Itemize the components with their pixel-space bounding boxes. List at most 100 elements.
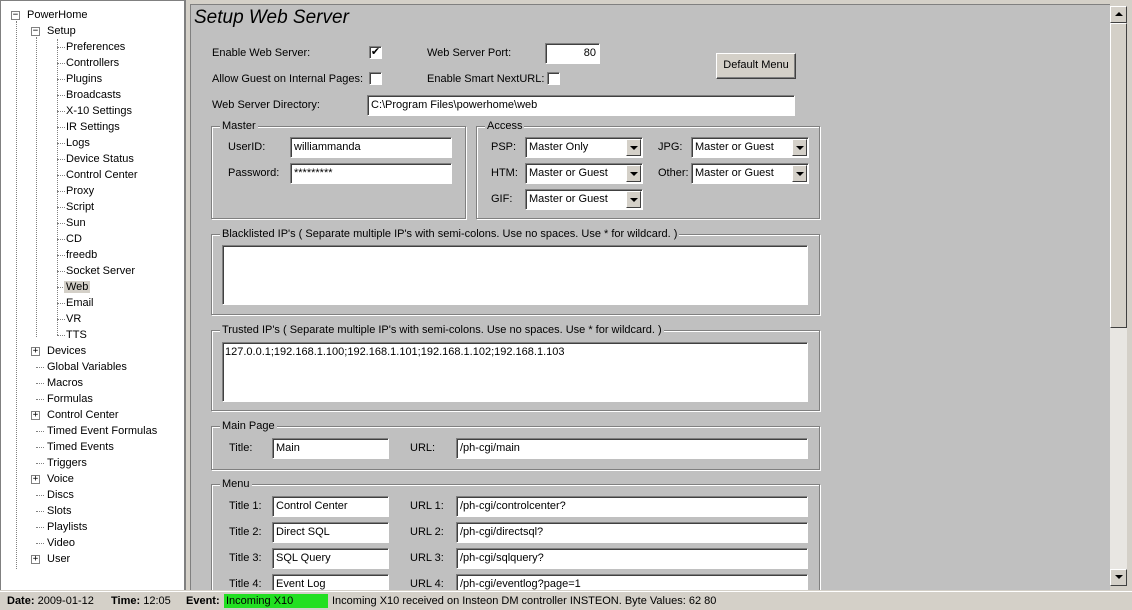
- tree-item-plugins[interactable]: Plugins: [64, 71, 104, 87]
- tree-item-label[interactable]: Broadcasts: [64, 89, 123, 101]
- tree-item-x-10-settings[interactable]: X-10 Settings: [64, 103, 134, 119]
- gif-dropdown[interactable]: Master or Guest: [525, 189, 643, 210]
- tree-item-ir-settings[interactable]: IR Settings: [64, 119, 122, 135]
- menu-url-field[interactable]: /ph-cgi/sqlquery?: [456, 548, 808, 569]
- tree-item-script[interactable]: Script: [64, 199, 96, 215]
- chevron-down-icon[interactable]: [626, 139, 641, 156]
- tree-item-label[interactable]: Email: [64, 297, 96, 309]
- tree-item-label[interactable]: CD: [64, 233, 84, 245]
- tree-item-label[interactable]: VR: [64, 313, 83, 325]
- tree-item-label[interactable]: TTS: [64, 329, 89, 341]
- tree-item-sun[interactable]: Sun: [64, 215, 88, 231]
- tree-item-label[interactable]: Preferences: [64, 41, 127, 53]
- other-dropdown[interactable]: Master or Guest: [691, 163, 809, 184]
- tree-item-control-center[interactable]: Control Center: [64, 167, 140, 183]
- tree-item-socket-server[interactable]: Socket Server: [64, 263, 137, 279]
- enable-web-server-checkbox[interactable]: ✔: [369, 46, 382, 59]
- tree-item-label[interactable]: Discs: [45, 487, 76, 503]
- expand-icon[interactable]: +: [31, 411, 40, 420]
- htm-dropdown[interactable]: Master or Guest: [525, 163, 643, 184]
- menu-title-field[interactable]: Event Log: [272, 574, 389, 590]
- scrollbar-thumb[interactable]: [1110, 23, 1127, 328]
- tree-item-label[interactable]: Plugins: [64, 73, 104, 85]
- tree-item-label[interactable]: Devices: [45, 343, 88, 359]
- menu-url-field[interactable]: /ph-cgi/directsql?: [456, 522, 808, 543]
- tree-item-label[interactable]: Formulas: [45, 391, 95, 407]
- tree-item-label[interactable]: Triggers: [45, 455, 89, 471]
- tree-item-label[interactable]: Control Center: [64, 169, 140, 181]
- tree-root-label[interactable]: PowerHome: [25, 7, 90, 23]
- menu-url-field[interactable]: /ph-cgi/eventlog?page=1: [456, 574, 808, 590]
- tree-item-label[interactable]: Web: [64, 281, 91, 293]
- time-value: 12:05: [143, 595, 171, 607]
- tree-item-label[interactable]: Control Center: [45, 407, 121, 423]
- tree-item-label[interactable]: Macros: [45, 375, 85, 391]
- tree-item-label[interactable]: IR Settings: [64, 121, 122, 133]
- tree-item-label[interactable]: Video: [45, 535, 77, 551]
- chevron-down-icon[interactable]: [626, 165, 641, 182]
- tree-item-label[interactable]: Voice: [45, 471, 76, 487]
- menu-title-label: Title 2:: [229, 526, 262, 538]
- main-title-field[interactable]: Main: [272, 438, 389, 459]
- vertical-scrollbar[interactable]: [1110, 6, 1127, 586]
- chevron-down-icon[interactable]: [792, 139, 807, 156]
- tree-item-label[interactable]: Proxy: [64, 185, 96, 197]
- tree-item-label[interactable]: Socket Server: [64, 265, 137, 277]
- tree-item-web[interactable]: Web: [64, 279, 91, 295]
- collapse-icon[interactable]: −: [31, 27, 40, 36]
- time-status: Time: 12:05: [111, 592, 171, 610]
- menu-title-field[interactable]: SQL Query: [272, 548, 389, 569]
- web-server-directory-field[interactable]: C:\Program Files\powerhome\web: [367, 95, 795, 116]
- tree-item-label[interactable]: Global Variables: [45, 359, 129, 375]
- tree-item-label[interactable]: Controllers: [64, 57, 121, 69]
- tree-item-label[interactable]: Timed Events: [45, 439, 116, 455]
- tree-item-label[interactable]: User: [45, 551, 72, 567]
- userid-field[interactable]: williammanda: [290, 137, 452, 158]
- scroll-up-icon[interactable]: [1110, 6, 1127, 23]
- web-server-port-field[interactable]: 80: [545, 43, 600, 64]
- password-field[interactable]: *********: [290, 163, 452, 184]
- tree-item-proxy[interactable]: Proxy: [64, 183, 96, 199]
- status-message: Incoming X10 received on Insteon DM cont…: [332, 595, 717, 607]
- tree-item-device-status[interactable]: Device Status: [64, 151, 136, 167]
- tree-item-label[interactable]: Playlists: [45, 519, 89, 535]
- tree-item-label[interactable]: Timed Event Formulas: [45, 423, 159, 439]
- main-url-field[interactable]: /ph-cgi/main: [456, 438, 808, 459]
- checkmark-icon: ✔: [370, 46, 381, 58]
- tree-item-cd[interactable]: CD: [64, 231, 84, 247]
- chevron-down-icon[interactable]: [626, 191, 641, 208]
- tree-item-freedb[interactable]: freedb: [64, 247, 99, 263]
- chevron-down-icon[interactable]: [792, 165, 807, 182]
- menu-title-field[interactable]: Direct SQL: [272, 522, 389, 543]
- tree-item-label[interactable]: Logs: [64, 137, 92, 149]
- tree-item-vr[interactable]: VR: [64, 311, 83, 327]
- blacklist-field[interactable]: [222, 245, 808, 305]
- tree-item-tts[interactable]: TTS: [64, 327, 89, 343]
- tree-item-controllers[interactable]: Controllers: [64, 55, 121, 71]
- psp-dropdown[interactable]: Master Only: [525, 137, 643, 158]
- tree-item-broadcasts[interactable]: Broadcasts: [64, 87, 123, 103]
- tree-item-label[interactable]: X-10 Settings: [64, 105, 134, 117]
- tree-item-preferences[interactable]: Preferences: [64, 39, 127, 55]
- tree-item-email[interactable]: Email: [64, 295, 96, 311]
- enable-smart-nexturl-checkbox[interactable]: [547, 72, 560, 85]
- allow-guest-checkbox[interactable]: [369, 72, 382, 85]
- tree-item-label[interactable]: Device Status: [64, 153, 136, 165]
- jpg-dropdown[interactable]: Master or Guest: [691, 137, 809, 158]
- tree-item-label[interactable]: Slots: [45, 503, 73, 519]
- tree-item-label[interactable]: Script: [64, 201, 96, 213]
- tree-item-label[interactable]: Setup: [45, 23, 78, 39]
- collapse-icon[interactable]: −: [11, 11, 20, 20]
- default-menu-button[interactable]: Default Menu: [716, 53, 796, 79]
- menu-title-field[interactable]: Control Center: [272, 496, 389, 517]
- tree-item-label[interactable]: Sun: [64, 217, 88, 229]
- menu-url-field[interactable]: /ph-cgi/controlcenter?: [456, 496, 808, 517]
- expand-icon[interactable]: +: [31, 555, 40, 564]
- tree-item-label[interactable]: freedb: [64, 249, 99, 261]
- scroll-down-icon[interactable]: [1110, 569, 1127, 586]
- event-label-wrap: Event:: [186, 592, 220, 610]
- expand-icon[interactable]: +: [31, 475, 40, 484]
- expand-icon[interactable]: +: [31, 347, 40, 356]
- trusted-field[interactable]: 127.0.0.1;192.168.1.100;192.168.1.101;19…: [222, 342, 808, 402]
- tree-item-logs[interactable]: Logs: [64, 135, 92, 151]
